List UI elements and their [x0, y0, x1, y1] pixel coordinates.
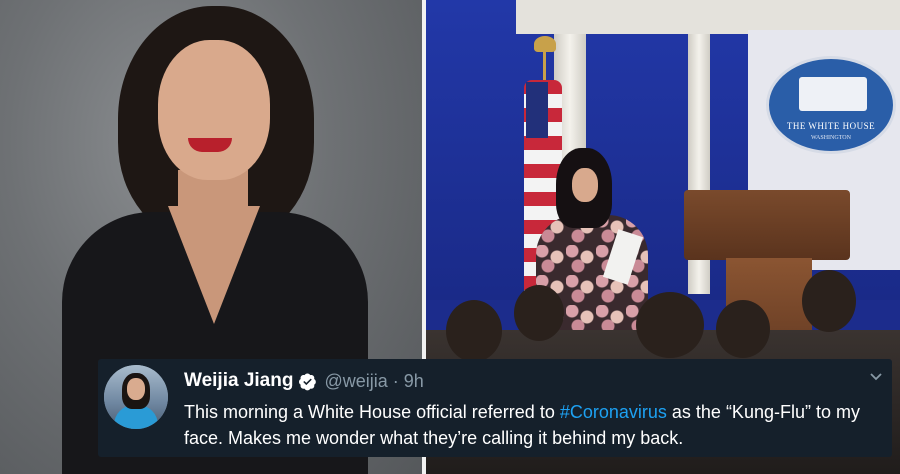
audience-head	[446, 300, 502, 362]
audience-head	[716, 300, 770, 358]
cornice	[516, 0, 900, 34]
reporter-face	[572, 168, 598, 202]
hashtag-link[interactable]: #Coronavirus	[560, 402, 667, 422]
seal-text: THE WHITE HOUSE	[786, 121, 876, 131]
avatar-face	[127, 378, 145, 400]
tweet-text: This morning a White House official refe…	[184, 399, 884, 451]
tweet-text-before: This morning a White House official refe…	[184, 402, 560, 422]
avatar[interactable]	[104, 365, 168, 429]
portrait-neckline	[168, 206, 260, 324]
tweet-card[interactable]: Weijia Jiang @weijia · 9h This morning a…	[98, 359, 892, 457]
seal-house-graphic	[799, 77, 867, 111]
separator-dot: ·	[392, 370, 399, 391]
flag-eagle	[534, 36, 556, 52]
timestamp[interactable]: 9h	[404, 371, 424, 392]
audience-head	[636, 292, 704, 358]
white-house-seal: THE WHITE HOUSE WASHINGTON	[766, 56, 896, 154]
flag-union	[526, 82, 548, 138]
chevron-down-icon[interactable]	[868, 368, 884, 384]
audience-head	[514, 285, 564, 341]
author-name[interactable]: Weijia Jiang	[184, 370, 293, 392]
audience-head	[802, 270, 856, 332]
verified-badge-icon	[298, 372, 317, 391]
portrait-face	[158, 40, 270, 180]
seal-subtext: WASHINGTON	[811, 135, 851, 141]
podium-top	[684, 190, 850, 260]
author-handle[interactable]: @weijia	[324, 371, 387, 392]
tweet-header: Weijia Jiang @weijia · 9h	[184, 369, 424, 393]
